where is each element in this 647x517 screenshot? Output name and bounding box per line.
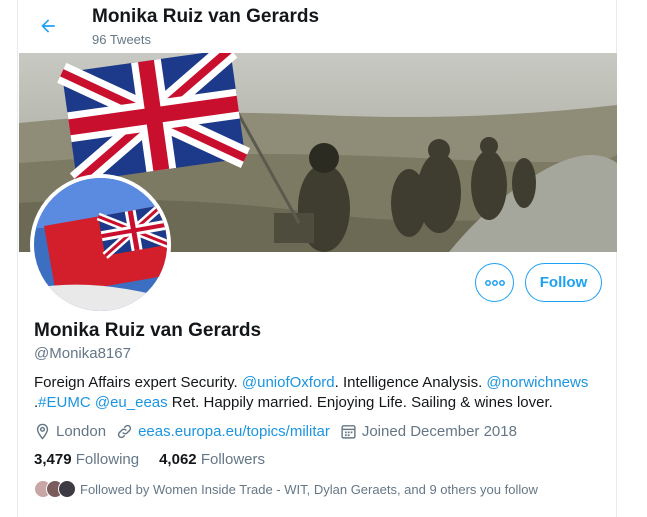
avatar-image — [34, 178, 167, 311]
profile-header-bar: Monika Ruiz van Gerards 96 Tweets — [18, 0, 616, 53]
mini-avatar — [58, 480, 76, 498]
arrow-left-icon — [41, 19, 55, 33]
bio-mention-norwichnews[interactable]: @norwichnews — [486, 374, 588, 391]
back-button[interactable] — [32, 10, 64, 42]
followers-stat[interactable]: 4,062 Followers — [159, 451, 265, 468]
following-stat[interactable]: 3,479 Following — [34, 451, 139, 468]
bio-text: . Intelligence Analysis. — [334, 374, 487, 391]
location-pin-icon — [36, 423, 49, 440]
header-name: Monika Ruiz van Gerards — [92, 6, 320, 27]
profile-avatar[interactable] — [30, 174, 171, 315]
joined-text: Joined December 2018 — [361, 422, 517, 440]
following-label: Following — [75, 451, 140, 468]
followed-by-text: Followed by Women Inside Trade - WIT, Dy… — [80, 481, 538, 497]
joined-item: Joined December 2018 — [340, 423, 517, 440]
display-name: Monika Ruiz van Gerards — [34, 320, 262, 341]
bio-text: Ret. Happily married. Enjoying Life. Sai… — [167, 394, 553, 411]
following-count: 3,479 — [34, 451, 72, 468]
followed-by-row[interactable]: Followed by Women Inside Trade - WIT, Dy… — [34, 480, 538, 498]
website-item: eeas.europa.eu/topics/militar — [116, 423, 330, 440]
bio-text: Foreign Affairs expert Security. — [34, 374, 242, 391]
more-options-button[interactable] — [475, 263, 514, 302]
followers-count: 4,062 — [159, 451, 197, 468]
follow-button[interactable]: Follow — [525, 263, 602, 302]
location-item: London — [34, 423, 106, 440]
profile-bio: Foreign Affairs expert Security. @uniofO… — [34, 373, 604, 413]
link-icon — [117, 424, 132, 438]
user-handle: @Monika8167 — [34, 345, 131, 362]
more-horizontal-icon — [484, 279, 505, 286]
followers-label: Followers — [200, 451, 265, 468]
profile-meta: London eeas.europa.eu/topics/militar Joi… — [34, 421, 527, 441]
followers-you-know-avatars — [34, 480, 76, 498]
bio-mention-eu-eeas[interactable]: @eu_eeas — [95, 394, 168, 411]
profile-column: Monika Ruiz van Gerards 96 Tweets Follow… — [17, 0, 617, 517]
bio-mention-oxford[interactable]: @uniofOxford — [242, 374, 335, 391]
location-text: London — [56, 422, 107, 440]
website-link[interactable]: eeas.europa.eu/topics/militar — [138, 423, 330, 440]
tweet-count: 96 Tweets — [92, 32, 152, 47]
follow-stats: 3,479 Following 4,062 Followers — [34, 451, 285, 468]
bio-hashtag-eumc[interactable]: #EUMC — [38, 394, 91, 411]
calendar-icon — [341, 424, 356, 439]
